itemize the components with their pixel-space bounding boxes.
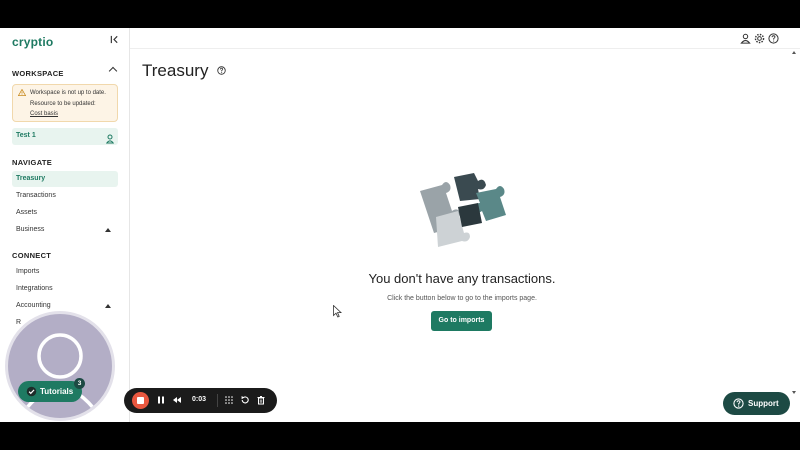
user-icon: [105, 131, 115, 144]
sidebar-item-label: Integrations: [16, 285, 53, 292]
pause-icon[interactable]: [156, 395, 166, 405]
recording-time: 0:03: [192, 396, 207, 403]
empty-state-subtitle: Click the button below to go to the impo…: [387, 295, 537, 302]
gear-icon[interactable]: [754, 33, 765, 44]
caret-up-icon: [105, 228, 111, 232]
sidebar-item-label: Treasury: [16, 175, 46, 182]
warning-resource-text: Resource to be updated:: [30, 101, 96, 107]
rewind-icon[interactable]: [172, 395, 182, 405]
sidebar-item-label: Accounting: [16, 302, 51, 309]
recording-controls: 0:03: [124, 388, 277, 413]
app-window: cryptio WORKSPACE Workspace is not up to…: [0, 28, 800, 422]
avatar-placeholder-icon: [20, 333, 100, 416]
tutorials-button[interactable]: Tutorials: [18, 381, 82, 402]
sidebar-item-imports[interactable]: Imports: [12, 264, 118, 280]
sidebar-item-label: Transactions: [16, 192, 56, 199]
sidebar-item-assets[interactable]: Assets: [12, 205, 118, 221]
trash-icon[interactable]: [256, 395, 266, 405]
warning-icon: [17, 88, 27, 98]
user-profile-icon[interactable]: [740, 33, 751, 44]
cost-basis-link[interactable]: Cost basis: [30, 111, 58, 117]
go-to-imports-button[interactable]: Go to imports: [431, 311, 492, 331]
grid-icon[interactable]: [224, 395, 234, 405]
empty-state-title: You don't have any transactions.: [368, 271, 556, 286]
help-circle-icon: [733, 398, 744, 409]
sidebar-item-business[interactable]: Business: [12, 222, 118, 238]
scrollbar[interactable]: [790, 49, 798, 396]
help-icon[interactable]: [768, 33, 779, 44]
workspace-selector[interactable]: Test 1: [12, 128, 118, 145]
sidebar-item-label: Business: [16, 226, 45, 233]
support-button[interactable]: Support: [723, 392, 790, 415]
connect-section-title: CONNECT: [12, 251, 52, 260]
sidebar-item-label: Assets: [16, 209, 38, 216]
workspace-name: Test 1: [16, 132, 36, 139]
navigate-section-title: NAVIGATE: [12, 158, 53, 167]
restart-icon[interactable]: [240, 395, 250, 405]
mouse-cursor-icon: [333, 305, 342, 318]
scroll-up-arrow-icon[interactable]: [792, 51, 796, 54]
workspace-section-title: WORKSPACE: [12, 69, 64, 78]
tutorials-label: Tutorials: [40, 387, 74, 396]
collapse-sidebar-icon[interactable]: [110, 35, 119, 47]
divider: [217, 394, 218, 407]
page-title: Treasury: [142, 61, 209, 80]
workspace-warning: Workspace is not up to date. Resource to…: [12, 84, 118, 122]
webcam-avatar: [5, 311, 115, 421]
caret-up-icon: [105, 304, 111, 308]
cryptio-logo[interactable]: cryptio: [12, 35, 53, 49]
scroll-down-arrow-icon[interactable]: [792, 391, 796, 394]
sidebar-item-transactions[interactable]: Transactions: [12, 188, 118, 204]
stop-recording-button[interactable]: [132, 392, 149, 409]
help-icon[interactable]: [217, 66, 226, 75]
puzzle-illustration: [420, 173, 506, 247]
check-circle-icon: [26, 386, 37, 397]
sidebar-item-treasury[interactable]: Treasury: [12, 171, 118, 187]
top-bar-icons: [730, 33, 780, 45]
sidebar-item-integrations[interactable]: Integrations: [12, 281, 118, 297]
header-divider: [130, 48, 800, 49]
chevron-up-icon[interactable]: [108, 66, 118, 76]
support-label: Support: [748, 399, 779, 408]
warning-text: Workspace is not up to date.: [30, 90, 106, 96]
tutorials-count-badge: 3: [74, 378, 85, 389]
sidebar-item-label: Imports: [16, 268, 40, 275]
